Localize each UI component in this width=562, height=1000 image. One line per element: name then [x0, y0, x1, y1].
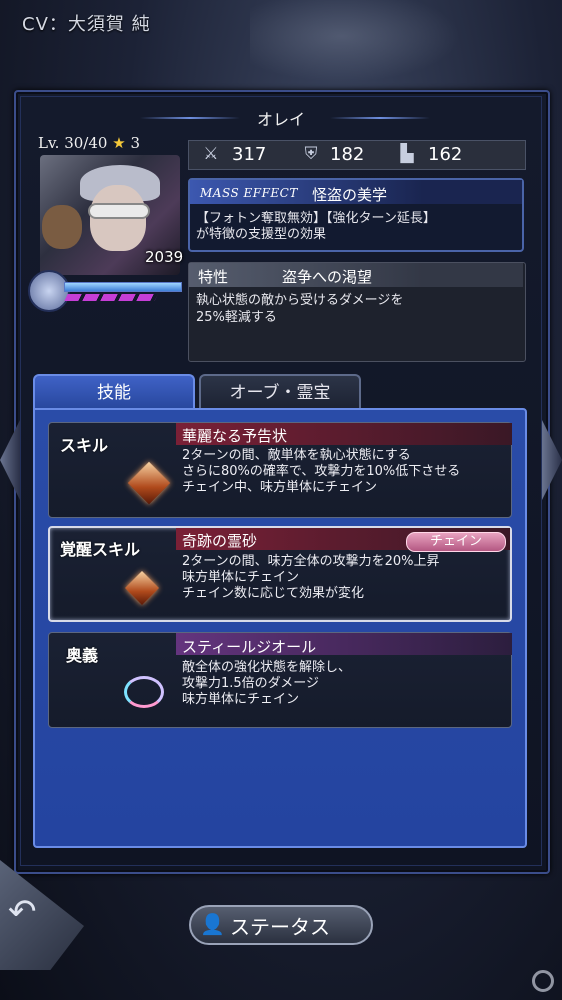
ougi-orbit-icon [124, 676, 164, 708]
awakening-skill-desc: 2ターンの間、味方全体の攻撃力を20%上昇 味方単体にチェイン チェイン数に応じ… [182, 554, 440, 602]
trait-desc-line: 執心状態の敵から受けるダメージを [196, 293, 404, 308]
next-character-arrow-icon[interactable] [542, 420, 562, 500]
status-button-label: ステータス [230, 915, 330, 939]
mass-effect-tag: MASS EFFECT [200, 186, 298, 200]
mass-effect-title: 怪盗の美学 [312, 186, 388, 204]
awakening-skill-label: 覚醒スキル [60, 540, 141, 559]
awakening-desc-line: 2ターンの間、味方全体の攻撃力を20%上昇 [182, 554, 440, 569]
awakening-desc-line: チェイン数に応じて効果が変化 [182, 586, 365, 601]
defense-value: 182 [330, 144, 365, 165]
skill-title: 華麗なる予告状 [182, 427, 288, 445]
ougi-desc-line: 攻撃力1.5倍のダメージ [182, 676, 320, 691]
tab-skills[interactable]: 技能 [33, 374, 195, 410]
sword-icon: ⚔ [203, 144, 219, 164]
level-display: Lv. 30/40 ★ 3 [38, 134, 140, 152]
skill-desc-line: さらに80%の確率で、攻撃力を10%低下させる [182, 464, 461, 479]
level-text: Lv. 30/40 [38, 134, 108, 152]
ougi-title: スティールジオール [182, 638, 317, 656]
mass-effect-desc-line: が特徴の支援型の効果 [196, 227, 327, 242]
skill-label: スキル [60, 436, 109, 455]
speed-value: 162 [428, 144, 463, 165]
ougi-desc: 敵全体の強化状態を解除し、 攻撃力1.5倍のダメージ 味方単体にチェイン [182, 660, 351, 708]
ougi-desc-line: 敵全体の強化状態を解除し、 [182, 660, 352, 675]
awakening-desc-line: 味方単体にチェイン [182, 570, 300, 585]
person-icon: 👤 [200, 912, 225, 936]
trait-desc-line: 25%軽減する [196, 310, 277, 325]
mass-effect-desc: 【フォトン奪取無効】【強化ターン延長】 が特徴の支援型の効果 [196, 211, 436, 243]
hp-bar-fill [65, 283, 181, 291]
awakening-skill-title: 奇跡の霊砂 [182, 532, 258, 550]
skill-desc-line: チェイン中、味方単体にチェイン [182, 480, 378, 495]
cv-label: CV：大須賀 純 [22, 14, 151, 35]
skill-desc: 2ターンの間、敵単体を執心状態にする さらに80%の確率で、攻撃力を10%低下さ… [182, 448, 460, 496]
ougi-desc-line: 味方単体にチェイン [182, 692, 300, 707]
mass-effect-desc-line: 【フォトン奪取無効】【強化ターン延長】 [196, 211, 436, 226]
background-art [250, 0, 480, 90]
owl-companion [42, 205, 82, 249]
character-name: オレイ [256, 110, 305, 129]
trait-title: 盗争への渇望 [282, 268, 373, 286]
star-count: 3 [130, 134, 140, 152]
watermark-logo-icon [532, 970, 554, 992]
portrait-mask [88, 203, 150, 219]
ougi-label: 奥義 [66, 646, 99, 665]
trait-desc: 執心状態の敵から受けるダメージを 25%軽減する [196, 292, 403, 326]
power-value: 2039 [145, 248, 184, 266]
skill-gauge [64, 294, 158, 301]
trait-tag: 特性 [198, 268, 229, 286]
attack-value: 317 [232, 144, 267, 165]
star-icon: ★ [112, 134, 126, 152]
shield-icon: ⛨ [304, 144, 318, 164]
chain-badge: チェイン [406, 532, 506, 552]
back-arrow-icon: ↶ [8, 892, 37, 932]
prev-character-arrow-icon[interactable] [0, 420, 20, 500]
boot-icon: ▙ [400, 144, 414, 164]
hp-bar [64, 282, 182, 292]
tab-orb-relic[interactable]: オーブ・霊宝 [199, 374, 361, 410]
skill-desc-line: 2ターンの間、敵単体を執心状態にする [182, 448, 411, 463]
